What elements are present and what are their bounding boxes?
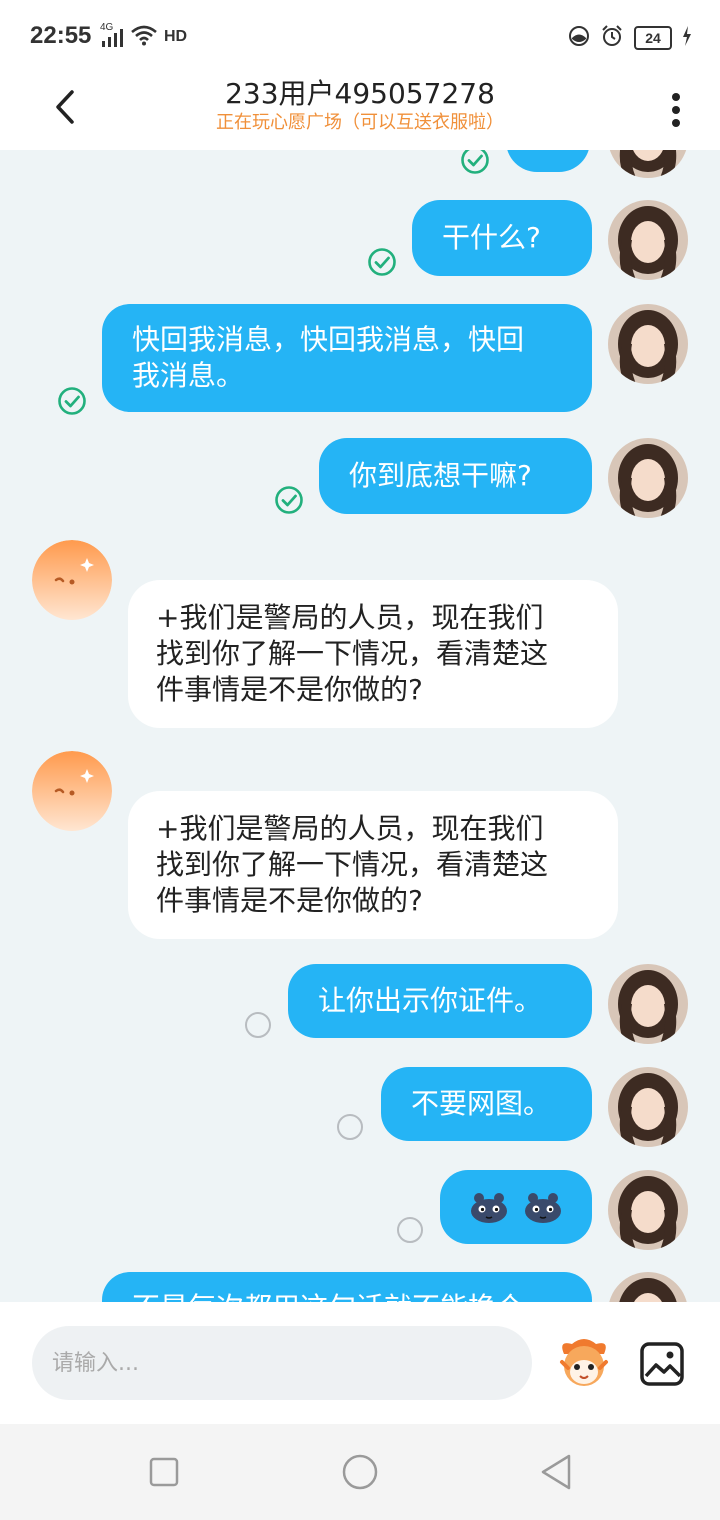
cellular-signal-icon: 4G: [100, 22, 124, 48]
check-circle-icon: [461, 150, 489, 174]
message-input[interactable]: [32, 1326, 532, 1400]
contact-name: 233用户495057278: [225, 77, 495, 110]
check-circle-icon: [368, 248, 396, 276]
image-button[interactable]: [638, 1340, 686, 1388]
pending-circle-icon: [397, 1217, 423, 1243]
my-avatar[interactable]: [608, 438, 688, 518]
message-list[interactable]: 干什么? 快回我消息，快回我消息，快回 我消息。 你到底想干嘛? +我们是警局的…: [0, 150, 720, 1302]
theme-icon: [568, 25, 590, 51]
message-bubble-outgoing[interactable]: 不要网图。: [381, 1067, 592, 1141]
contact-avatar[interactable]: [32, 540, 112, 620]
my-avatar[interactable]: [608, 304, 688, 384]
message-bubble-outgoing[interactable]: 快回我消息，快回我消息，快回 我消息。: [102, 304, 592, 412]
message-bubble-emoji[interactable]: [440, 1170, 592, 1244]
home-button[interactable]: [336, 1448, 384, 1496]
message-bubble-outgoing[interactable]: 让你出示你证件。: [288, 964, 592, 1038]
blob-emoji-icon: [471, 1193, 507, 1223]
my-avatar[interactable]: [608, 1272, 688, 1302]
pending-circle-icon: [337, 1114, 363, 1140]
more-button[interactable]: [656, 82, 696, 138]
circle-icon: [342, 1454, 378, 1490]
triangle-back-icon: [541, 1454, 571, 1490]
blob-emoji-icon: [525, 1193, 561, 1223]
square-icon: [149, 1457, 179, 1487]
message-text-line: 找到你了解一下情况，看清楚这: [156, 637, 549, 670]
status-bar: 22:55 4G HD 24: [0, 0, 720, 72]
message-bubble-outgoing[interactable]: 你到底想干嘛?: [319, 438, 592, 514]
message-text-line: 件事情是不是你做的?: [156, 673, 423, 706]
message-bubble-incoming[interactable]: +我们是警局的人员，现在我们 找到你了解一下情况，看清楚这 件事情是不是你做的?: [128, 791, 618, 939]
message-text-line: 快回我消息，快回我消息，快回: [132, 323, 525, 356]
contact-status[interactable]: 正在玩心愿广场（可以互送衣服啦）: [0, 108, 720, 134]
message-text-line: 找到你了解一下情况，看清楚这: [156, 848, 549, 881]
message-text-line: +我们是警局的人员，现在我们: [156, 601, 544, 634]
system-nav-bar: [0, 1424, 720, 1520]
my-avatar[interactable]: [608, 150, 688, 178]
alarm-icon: [600, 24, 624, 52]
my-avatar[interactable]: [608, 1170, 688, 1250]
my-avatar[interactable]: [608, 1067, 688, 1147]
message-text-line: 件事情是不是你做的?: [156, 884, 423, 917]
image-icon: [640, 1342, 684, 1386]
status-indicators: 4G HD: [100, 22, 188, 50]
back-nav-button[interactable]: [532, 1450, 580, 1494]
network-type-label: 4G: [100, 22, 114, 33]
mascot-emoji-icon: [560, 1339, 608, 1386]
my-avatar[interactable]: [608, 200, 688, 280]
input-bar: [0, 1302, 720, 1424]
check-circle-icon: [275, 486, 303, 514]
more-vertical-icon: [672, 93, 680, 127]
message-bubble-incoming[interactable]: +我们是警局的人员，现在我们 找到你了解一下情况，看清楚这 件事情是不是你做的?: [128, 580, 618, 728]
message-text-line: 不是每次都用这句话就不能换个: [132, 1290, 562, 1302]
message-text-line: 我消息。: [132, 359, 245, 392]
pending-circle-icon: [245, 1012, 271, 1038]
message-bubble-outgoing[interactable]: [506, 150, 590, 172]
status-time: 22:55: [30, 22, 92, 49]
message-text-line: +我们是警局的人员，现在我们: [156, 812, 544, 845]
my-avatar[interactable]: [608, 964, 688, 1044]
hd-icon: HD: [164, 28, 188, 45]
check-circle-icon: [58, 387, 86, 415]
charging-icon: [682, 26, 692, 50]
message-bubble-outgoing[interactable]: 干什么?: [412, 200, 592, 276]
wifi-icon: [130, 24, 158, 50]
message-bubble-outgoing[interactable]: 不是每次都用这句话就不能换个: [102, 1272, 592, 1302]
contact-avatar[interactable]: [32, 751, 112, 831]
emoji-button[interactable]: [554, 1336, 614, 1392]
status-right-icons: 24: [568, 24, 692, 52]
chat-header: 233用户495057278 正在玩心愿广场（可以互送衣服啦）: [0, 72, 720, 150]
recents-button[interactable]: [140, 1452, 188, 1492]
battery-icon: 24: [634, 26, 672, 50]
